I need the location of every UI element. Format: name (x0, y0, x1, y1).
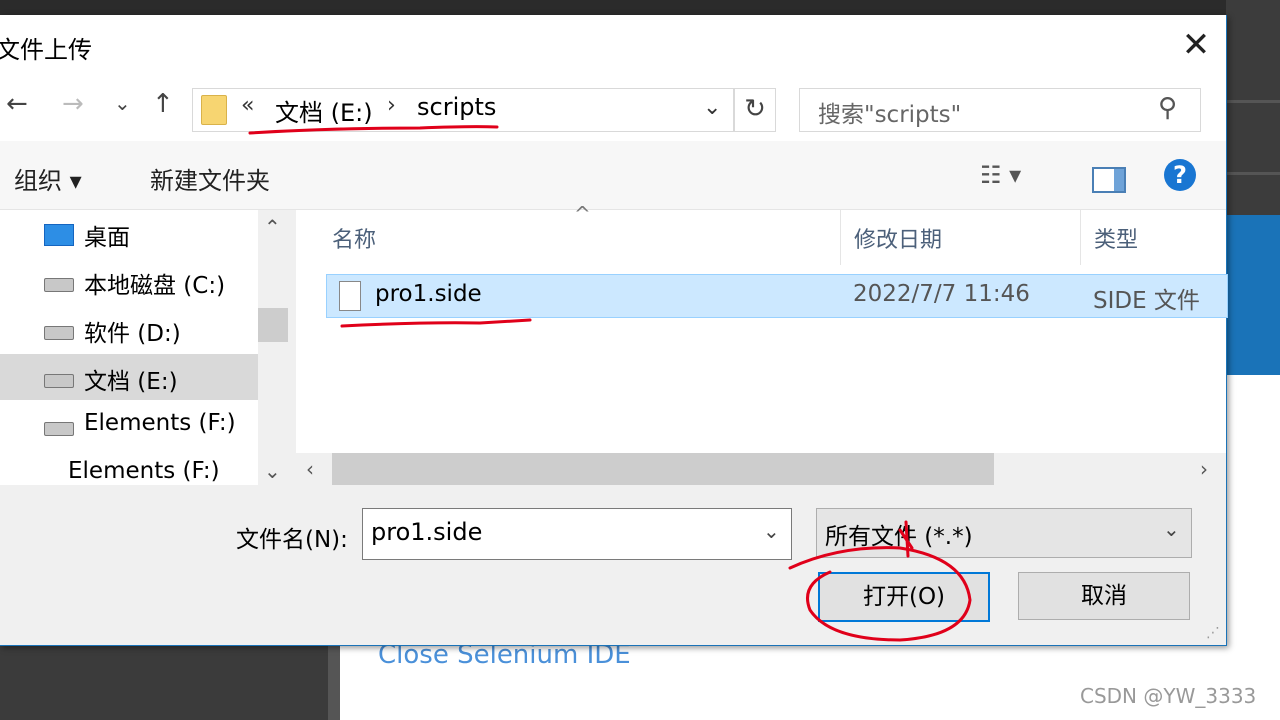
help-icon[interactable]: ? (1164, 159, 1196, 191)
background-header (1226, 215, 1280, 375)
refresh-icon[interactable]: ↻ (734, 88, 776, 132)
search-placeholder: 搜索"scripts" (818, 102, 962, 128)
tree-item-drive-f-2[interactable]: Elements (F:) (0, 450, 258, 485)
tree-scrollbar[interactable] (258, 210, 288, 485)
tree-item-label: 桌面 (84, 225, 130, 251)
tree-item-drive-d[interactable]: 软件 (D:) (0, 306, 258, 352)
drive-icon (44, 374, 74, 388)
title-bar: 文件上传 ✕ (0, 15, 1226, 77)
command-toolbar: 组织 ▾ 新建文件夹 ☷ ▾ ? (0, 141, 1226, 210)
filename-input[interactable] (369, 517, 753, 547)
scroll-left-icon[interactable]: ‹ (306, 457, 314, 481)
tree-item-drive-e[interactable]: 文档 (E:) (0, 354, 258, 400)
navigation-tree: 桌面 本地磁盘 (C:) 软件 (D:) 文档 (E:) Elements (F… (0, 210, 258, 485)
preview-pane-icon[interactable] (1092, 167, 1126, 193)
scroll-right-icon[interactable]: › (1200, 457, 1208, 481)
back-arrow-icon[interactable]: ← (6, 89, 28, 119)
file-list: ^ 名称 修改日期 类型 pro1.side 2022/7/7 11:46 SI… (296, 202, 1228, 485)
tree-item-label: 本地磁盘 (C:) (84, 273, 226, 299)
tree-item-label: 软件 (D:) (84, 321, 181, 347)
cancel-button[interactable]: 取消 (1018, 572, 1190, 620)
chevron-down-icon[interactable]: ⌄ (763, 519, 780, 543)
chevron-down-icon[interactable]: ⌄ (1163, 517, 1180, 541)
breadcrumb-drive[interactable]: 文档 (E:) (275, 93, 373, 128)
tree-item-label: 文档 (E:) (84, 369, 178, 395)
search-box[interactable]: 搜索"scripts" ⚲ (799, 88, 1201, 132)
column-divider[interactable] (840, 210, 841, 265)
breadcrumb-overflow-icon[interactable]: « (241, 93, 254, 118)
breadcrumb-separator-icon[interactable]: › (387, 93, 396, 118)
new-folder-button[interactable]: 新建文件夹 (150, 161, 270, 196)
file-name: pro1.side (375, 281, 482, 307)
column-header-modified[interactable]: 修改日期 (854, 222, 942, 254)
column-header-type[interactable]: 类型 (1094, 222, 1138, 254)
tree-item-drive-f[interactable]: Elements (F:) (0, 402, 258, 448)
tree-item-label: Elements (F:) (68, 458, 220, 484)
view-options-icon[interactable]: ☷ ▾ (980, 161, 1021, 189)
organize-menu[interactable]: 组织 ▾ (14, 161, 82, 196)
column-header-name[interactable]: 名称 (332, 222, 376, 254)
background-sidebar (0, 640, 330, 720)
file-modified: 2022/7/7 11:46 (853, 281, 1030, 307)
drive-icon (44, 422, 74, 436)
address-bar[interactable]: « 文档 (E:) › scripts ⌄ (192, 88, 734, 132)
tree-item-drive-c[interactable]: 本地磁盘 (C:) (0, 258, 258, 304)
scroll-up-icon[interactable]: ⌃ (264, 215, 281, 239)
filter-value: 所有文件 (*.*) (825, 524, 973, 550)
file-upload-dialog: 文件上传 ✕ ← → ⌄ ↑ « 文档 (E:) › scripts ⌄ ↻ 搜… (0, 15, 1228, 646)
desktop-icon (44, 224, 74, 246)
dialog-title: 文件上传 (0, 36, 92, 64)
scroll-down-icon[interactable]: ⌄ (264, 459, 281, 483)
watermark: CSDN @YW_3333 (1080, 684, 1257, 708)
file-type-filter[interactable]: 所有文件 (*.*) ⌄ (816, 508, 1192, 558)
background-panel (1226, 0, 1280, 215)
background-content (1226, 375, 1280, 640)
recent-locations-icon[interactable]: ⌄ (114, 91, 131, 115)
search-icon[interactable]: ⚲ (1158, 93, 1177, 123)
background-divider (1226, 172, 1280, 175)
filename-label: 文件名(N): (236, 527, 348, 553)
horizontal-scroll-thumb[interactable] (332, 453, 994, 485)
resize-grip-icon[interactable]: ⋰ (1206, 625, 1220, 641)
tree-item-label: Elements (F:) (84, 410, 236, 436)
file-icon (339, 281, 361, 311)
breadcrumb-folder[interactable]: scripts (417, 93, 496, 121)
forward-arrow-icon[interactable]: → (62, 89, 84, 119)
filename-combobox[interactable]: ⌄ (362, 508, 792, 560)
drive-icon (44, 326, 74, 340)
tree-item-desktop[interactable]: 桌面 (0, 210, 258, 256)
windows-drive-icon (44, 278, 74, 292)
background-divider (328, 640, 340, 720)
tree-scroll-thumb[interactable] (258, 308, 288, 342)
up-arrow-icon[interactable]: ↑ (152, 89, 174, 119)
column-divider[interactable] (1080, 210, 1081, 265)
open-button[interactable]: 打开(O) (818, 572, 990, 622)
folder-icon (201, 95, 227, 125)
sort-ascending-icon: ^ (574, 202, 591, 226)
chevron-down-icon[interactable]: ⌄ (703, 95, 721, 120)
file-row[interactable]: pro1.side 2022/7/7 11:46 SIDE 文件 (326, 274, 1228, 318)
close-icon[interactable]: ✕ (1168, 25, 1224, 67)
background-divider (1226, 100, 1280, 103)
file-type: SIDE 文件 (1093, 288, 1200, 314)
